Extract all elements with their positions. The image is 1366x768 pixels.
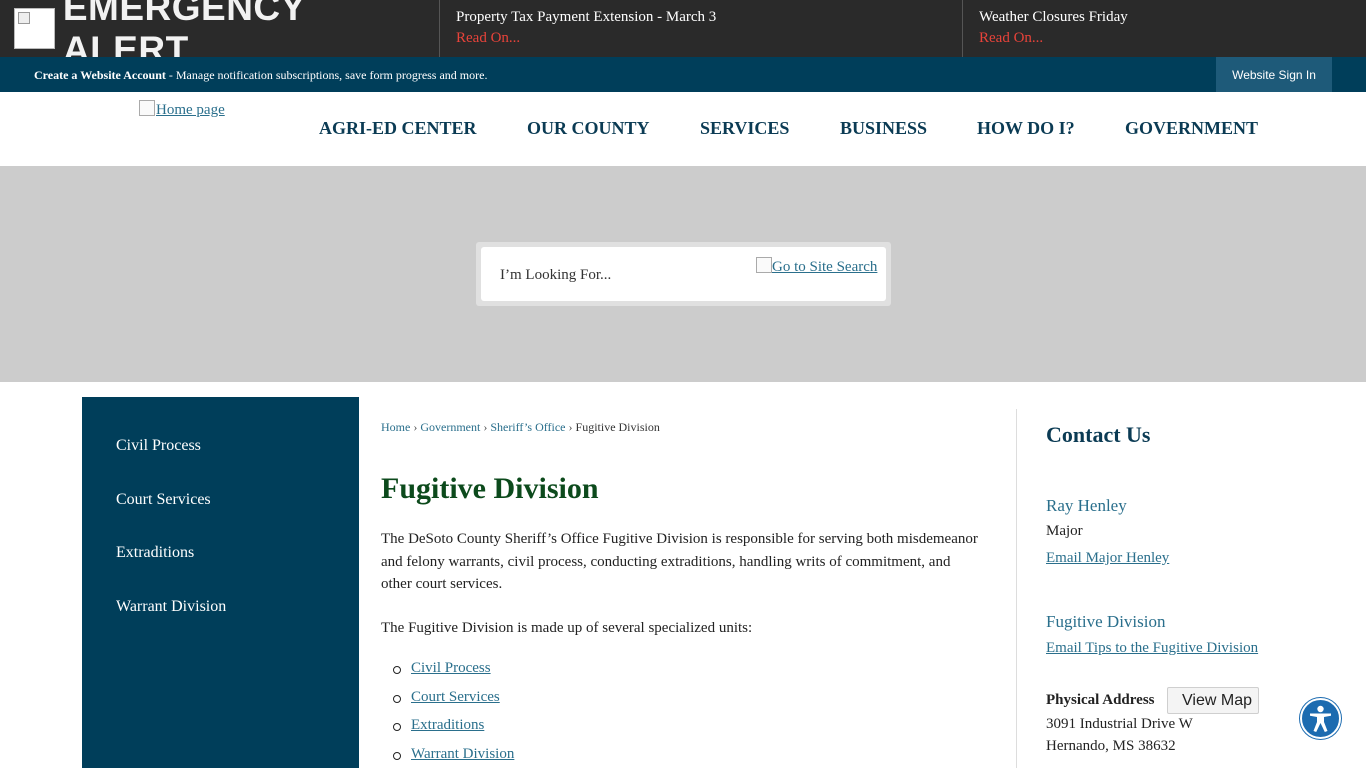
nav-item-business[interactable]: BUSINESS [840,118,927,139]
account-bar: Create a Website Account - Manage notifi… [0,57,1366,92]
unit-link-court-services[interactable]: Court Services [411,689,500,705]
breadcrumb-separator: › [568,420,573,434]
search-go-label: Go to Site Search [772,259,878,275]
units-intro-paragraph: The Fugitive Division is made up of seve… [381,620,753,636]
breadcrumb-separator: › [413,420,418,434]
physical-address-label: Physical Address [1046,692,1155,708]
contact-title: Contact Us [1046,422,1151,447]
intro-paragraph: The DeSoto County Sheriff’s Office Fugit… [381,528,991,596]
broken-image-icon [139,100,155,116]
alert-title-block: EMERGENCY ALERT [0,0,440,70]
site-search-input[interactable]: I’m Looking For... Go to Site Search [481,247,886,301]
broken-image-icon [756,257,772,273]
alert-item-title: Property Tax Payment Extension - March 3 [456,9,717,25]
nav-item-government[interactable]: GOVERNMENT [1125,118,1258,139]
breadcrumb: Home › Government › Sheriff’s Office › Fugitiv… [381,420,991,438]
unit-link-warrant-division[interactable]: Warrant Division [411,746,514,762]
view-map-button[interactable]: View Map [1167,687,1259,714]
site-search-frame: I’m Looking For... Go to Site Search [476,242,891,306]
sidebar-item-extraditions[interactable]: Extraditions [116,544,194,562]
email-fugitive-division-link[interactable]: Email Tips to the Fugitive Division [1046,640,1258,657]
alert-item: Property Tax Payment Extension - March 3… [440,0,963,57]
sidebar-item-court-services[interactable]: Court Services [116,491,211,509]
sidebar-item-warrant-division[interactable]: Warrant Division [116,598,226,616]
breadcrumb-home[interactable]: Home [381,420,410,434]
site-header: Home page AGRI-ED CENTER OUR COUNTY SERV… [0,92,1366,166]
sidebar-item-civil-process[interactable]: Civil Process [116,437,201,455]
alert-item-title: Weather Closures Friday [979,9,1128,25]
page-title: Fugitive Division [381,472,599,505]
list-item: Warrant Division [392,746,514,768]
main-content: Home › Government › Sheriff’s Office › Fugitiv… [381,420,991,762]
breadcrumb-government[interactable]: Government [420,420,480,434]
unit-link-civil-process[interactable]: Civil Process [411,660,491,676]
alert-read-on-link[interactable]: Read On... [456,26,946,50]
alert-read-on-link[interactable]: Read On... [979,26,1350,50]
list-item: Extraditions [392,717,514,746]
nav-item-our-county[interactable]: OUR COUNTY [527,118,650,139]
intro-line: and felony warrants, civil process, cond… [381,553,951,570]
intro-line: other court services. [381,576,503,592]
go-to-site-search-button[interactable]: Go to Site Search [756,257,877,276]
intro-line: The DeSoto County Sheriff’s Office Fugit… [381,531,978,547]
nav-item-agri-ed-center[interactable]: AGRI-ED CENTER [319,118,477,139]
list-item: Court Services [392,689,514,718]
column-divider [1016,409,1017,768]
email-major-henley-link[interactable]: Email Major Henley [1046,550,1169,567]
contact-person-role: Major [1046,523,1083,539]
logo-alt-text: Home page [156,102,225,118]
website-sign-in-button[interactable]: Website Sign In [1216,57,1332,92]
contact-division-name: Fugitive Division [1046,612,1166,631]
breadcrumb-separator: › [483,420,488,434]
nav-item-how-do-i[interactable]: HOW DO I? [977,118,1075,139]
search-placeholder: I’m Looking For... [500,267,612,283]
breadcrumb-sheriffs-office[interactable]: Sheriff’s Office [490,420,565,434]
accessibility-button[interactable] [1300,698,1341,739]
address-line-1: 3091 Industrial Drive W [1046,716,1193,732]
emergency-alert-bar: EMERGENCY ALERT Property Tax Payment Ext… [0,0,1366,70]
units-list: Civil Process Court Services Extradition… [392,660,514,768]
account-prompt: Create a Website Account - Manage notifi… [34,68,487,83]
breadcrumb-current: Fugitive Division [575,420,660,434]
create-account-description: - Manage notification subscriptions, sav… [165,68,488,82]
home-page-logo-link[interactable]: Home page [139,100,225,119]
list-item: Civil Process [392,660,514,689]
hero-search-banner: I’m Looking For... Go to Site Search [0,166,1366,382]
unit-link-extraditions[interactable]: Extraditions [411,717,484,733]
accessibility-icon [1310,705,1331,732]
address-line-2: Hernando, MS 38632 [1046,738,1176,754]
side-nav: Civil Process Court Services Extradition… [82,397,359,768]
contact-person-name: Ray Henley [1046,496,1127,515]
alert-broken-image-icon [14,8,55,49]
create-account-link[interactable]: Create a Website Account [34,68,166,82]
nav-item-services[interactable]: SERVICES [700,118,789,139]
alert-item: Weather Closures Friday Read On... [963,0,1366,57]
